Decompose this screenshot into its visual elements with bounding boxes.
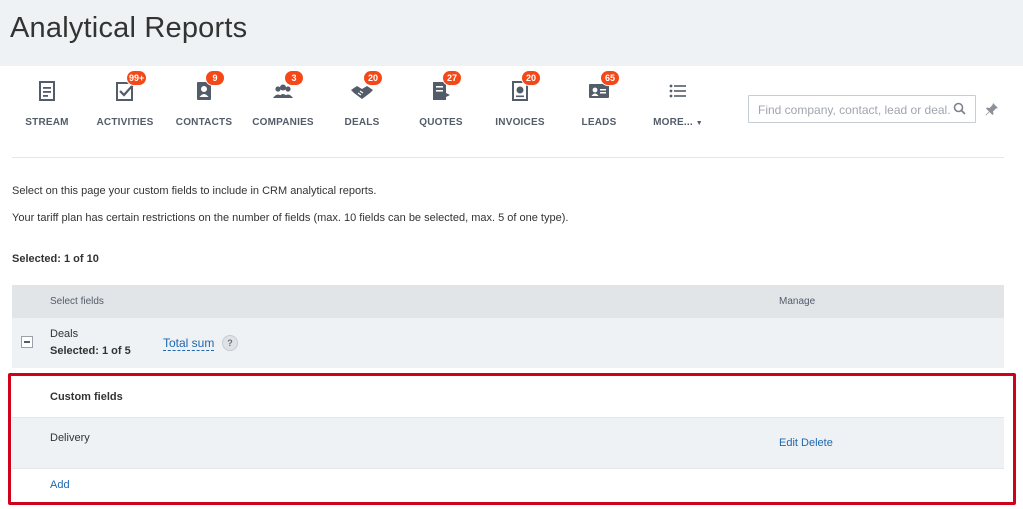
custom-field-name: Delivery: [50, 432, 90, 444]
leads-icon: 65: [586, 70, 620, 104]
toolbar-item-stream[interactable]: STREAM: [7, 78, 87, 128]
custom-fields-title: Custom fields: [50, 391, 123, 403]
toolbar-item-companies[interactable]: 3 COMPANIES: [243, 70, 323, 128]
chevron-down-icon: ▼: [695, 120, 703, 127]
toolbar-item-quotes[interactable]: 27 QUOTES: [401, 70, 481, 128]
page-title: Analytical Reports: [10, 12, 248, 44]
quotes-icon: 27: [428, 70, 462, 104]
add-custom-field-link[interactable]: Add: [50, 479, 70, 491]
contacts-icon: 9: [191, 70, 225, 104]
toolbar-label: INVOICES: [495, 117, 545, 128]
contacts-badge: 9: [205, 70, 225, 86]
toolbar-item-more[interactable]: MORE... ▼: [638, 78, 718, 128]
search-box: [748, 95, 976, 123]
stream-icon: [34, 78, 60, 104]
toolbar-label: ACTIVITIES: [96, 117, 154, 128]
toolbar-item-deals[interactable]: 20 DEALS: [322, 70, 402, 128]
selected-count: Selected: 1 of 10: [12, 253, 99, 265]
deals-badge: 20: [363, 70, 383, 86]
add-link-text[interactable]: Add: [50, 479, 70, 491]
search-input[interactable]: [756, 100, 952, 120]
toolbar-label: COMPANIES: [252, 117, 314, 128]
info-text-1: Select on this page your custom fields t…: [12, 185, 377, 197]
leads-badge: 65: [600, 70, 620, 86]
invoices-icon: 20: [507, 70, 541, 104]
companies-badge: 3: [284, 70, 304, 86]
toolbar-label: DEALS: [344, 117, 380, 128]
custom-field-row: Delivery Edit Delete: [12, 417, 1004, 469]
table-header: Select fields Manage: [12, 285, 1004, 318]
collapse-toggle[interactable]: [21, 336, 33, 348]
more-list-icon: [665, 78, 691, 104]
quotes-badge: 27: [442, 70, 462, 86]
companies-icon: 3: [270, 70, 304, 104]
column-header-select-fields: Select fields: [50, 296, 104, 307]
group-name: Deals: [50, 328, 79, 340]
delete-link[interactable]: Delete: [801, 437, 833, 449]
toolbar-item-contacts[interactable]: 9 CONTACTS: [164, 70, 244, 128]
pin-icon[interactable]: [985, 102, 999, 116]
edit-link[interactable]: Edit: [779, 437, 798, 449]
toolbar-item-invoices[interactable]: 20 INVOICES: [480, 70, 560, 128]
info-text-2: Your tariff plan has certain restriction…: [12, 212, 569, 224]
help-icon[interactable]: ?: [222, 335, 238, 351]
toolbar-label: LEADS: [581, 117, 617, 128]
toolbar-label: QUOTES: [419, 117, 463, 128]
activities-icon: 99+: [112, 70, 148, 104]
toolbar-item-leads[interactable]: 65 LEADS: [559, 70, 639, 128]
total-sum-field-link[interactable]: Total sum: [163, 336, 215, 351]
deals-group-row: Deals Selected: 1 of 5 Total sum ?: [12, 318, 1004, 368]
custom-field-actions: Edit Delete: [779, 437, 833, 449]
search-icon[interactable]: [953, 102, 966, 115]
deals-icon: 20: [349, 70, 383, 104]
more-label: MORE...: [653, 117, 693, 128]
column-header-manage: Manage: [779, 296, 816, 307]
toolbar-item-activities[interactable]: 99+ ACTIVITIES: [85, 70, 165, 128]
group-selected-count: Selected: 1 of 5: [50, 345, 131, 357]
activities-badge: 99+: [126, 70, 148, 86]
main-panel: STREAM 99+ ACTIVITIES 9 CONTACTS 3 COMPA…: [0, 66, 1023, 509]
toolbar-label: STREAM: [25, 117, 69, 128]
toolbar-label: MORE... ▼: [638, 117, 718, 128]
invoices-badge: 20: [521, 70, 541, 86]
crm-toolbar: STREAM 99+ ACTIVITIES 9 CONTACTS 3 COMPA…: [12, 66, 1004, 158]
toolbar-label: CONTACTS: [175, 117, 233, 128]
